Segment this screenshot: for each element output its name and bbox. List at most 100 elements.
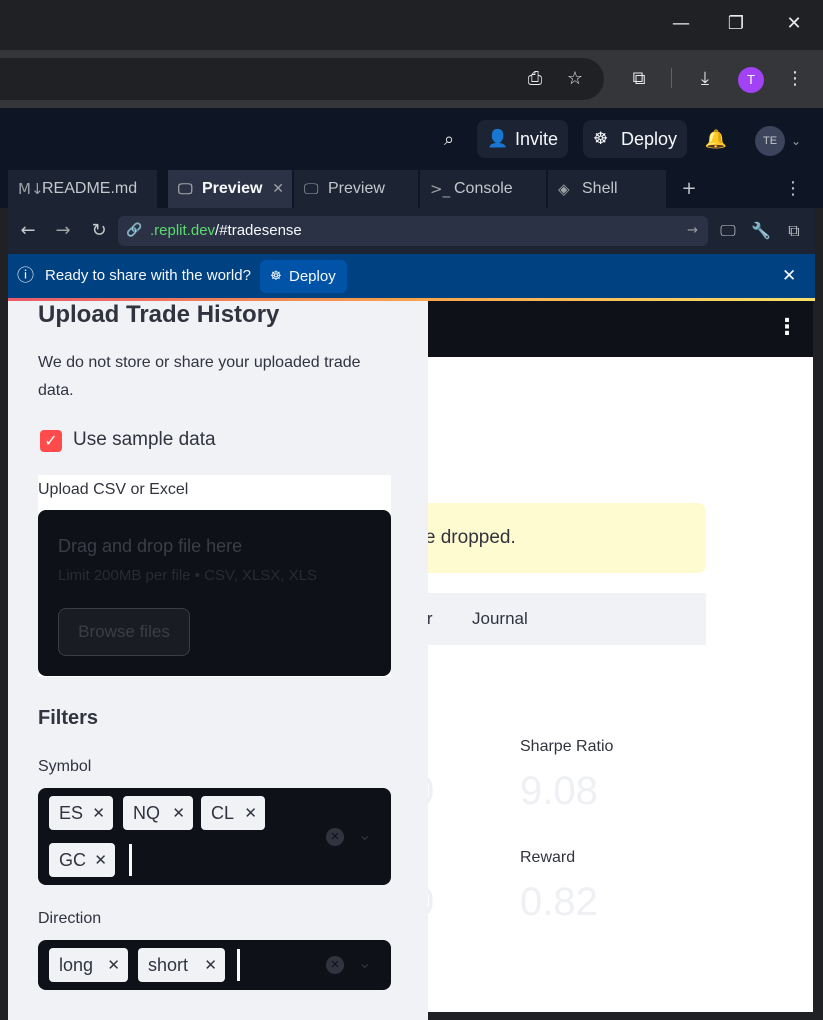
chip-symbol[interactable]: GC ✕: [49, 843, 115, 877]
remove-chip-icon[interactable]: ✕: [172, 796, 185, 830]
tab-preview-active[interactable]: 🖵 Preview ✕: [168, 170, 293, 208]
chip-label: long: [59, 955, 94, 975]
install-app-icon[interactable]: ⎙: [523, 67, 547, 91]
close-tab-icon[interactable]: ✕: [272, 170, 284, 208]
chip-symbol[interactable]: ES ✕: [49, 796, 113, 830]
reload-icon[interactable]: ↻: [87, 219, 111, 243]
upload-label: Upload CSV or Excel: [38, 481, 189, 498]
url-path: /#tradesense: [215, 222, 302, 239]
remove-chip-icon[interactable]: ✕: [244, 796, 257, 830]
user-avatar[interactable]: TE: [755, 126, 785, 156]
metric-reward-value: 0.82: [520, 880, 598, 924]
sample-data-label[interactable]: Use sample data: [73, 429, 216, 451]
dropzone-limit: Limit 200MB per file • CSV, XLSX, XLS: [58, 567, 317, 584]
extensions-icon[interactable]: ⧉: [627, 67, 651, 91]
text-caret: [129, 844, 132, 876]
chip-direction[interactable]: short ✕: [138, 948, 225, 982]
dropzone[interactable]: Drag and drop file here Limit 200MB per …: [38, 510, 391, 676]
devtools-wrench-icon[interactable]: 🔧: [749, 219, 773, 243]
info-icon: ⓘ: [17, 266, 34, 286]
terminal-icon: >_: [430, 180, 451, 198]
bookmark-star-icon[interactable]: ☆: [563, 67, 587, 91]
deploy-label: Deploy: [621, 129, 678, 149]
chip-label: CL: [211, 803, 235, 823]
main-tabs: dar Journal: [408, 593, 706, 645]
browse-files-button[interactable]: Browse files: [58, 608, 190, 656]
banner-deploy-button[interactable]: ☸ Deploy: [260, 260, 347, 293]
profile-avatar[interactable]: T: [738, 67, 764, 93]
browser-titlebar: — ❐ ✕: [0, 0, 823, 50]
filters-heading: Filters: [38, 707, 99, 729]
devices-icon[interactable]: 🖵: [716, 219, 740, 243]
notifications-bell-icon[interactable]: 🔔: [704, 128, 728, 152]
markdown-icon: M↓: [18, 180, 44, 198]
metric-reward-label: Reward: [520, 849, 576, 866]
banner-deploy-label: Deploy: [289, 268, 336, 285]
tab-preview[interactable]: 🖵 Preview: [294, 170, 419, 208]
minimize-icon[interactable]: —: [669, 12, 693, 36]
tab-label: Console: [454, 180, 513, 197]
app-menu-icon[interactable]: ⋮: [776, 315, 798, 340]
metric-sharpe-label: Sharpe Ratio: [520, 738, 614, 755]
url-host: .replit.dev: [150, 222, 216, 239]
chip-label: NQ: [133, 803, 160, 823]
clear-all-icon[interactable]: ✕: [326, 828, 344, 846]
monitor-icon: 🖵: [178, 180, 193, 198]
invite-label: Invite: [515, 129, 559, 149]
close-banner-icon[interactable]: ✕: [782, 254, 796, 298]
chevron-down-icon[interactable]: ⌄: [358, 953, 371, 972]
tab-label: Preview: [328, 180, 385, 197]
remove-chip-icon[interactable]: ✕: [94, 843, 107, 877]
tab-label: Shell: [582, 180, 618, 197]
tab-shell[interactable]: ◈ Shell: [548, 170, 667, 208]
invite-button[interactable]: 👤 Invite: [477, 120, 569, 158]
chip-symbol[interactable]: NQ ✕: [123, 796, 193, 830]
deploy-icon: ☸: [270, 269, 282, 284]
shell-icon: ◈: [558, 180, 570, 198]
sidebar: Upload Trade History We do not store or …: [8, 301, 428, 1020]
chevron-down-icon[interactable]: ⌄: [358, 825, 371, 844]
tabs-menu-icon[interactable]: ⋮: [781, 177, 805, 201]
tab-label: README.md: [42, 180, 138, 197]
add-user-icon: 👤: [487, 129, 509, 149]
dropzone-title: Drag and drop file here: [58, 536, 243, 556]
direction-multiselect[interactable]: long ✕ short ✕ ✕ ⌄: [38, 940, 391, 990]
remove-chip-icon[interactable]: ✕: [92, 796, 105, 830]
pane-tab-strip: M↓ README.md 🖵 Preview ✕ 🖵 Preview >_ Co…: [0, 170, 823, 208]
tab-console[interactable]: >_ Console: [420, 170, 547, 208]
open-new-window-icon[interactable]: ⧉: [782, 219, 806, 243]
sample-data-checkbox[interactable]: ✓: [40, 430, 62, 452]
forward-arrow-icon[interactable]: →: [51, 219, 75, 243]
webview-toolbar: ← → ↻ 🔗 .replit.dev/#tradesense → 🖵 🔧 ⧉: [8, 208, 815, 254]
webview-url-field[interactable]: 🔗 .replit.dev/#tradesense →: [118, 216, 708, 246]
text-caret: [237, 949, 240, 981]
chevron-down-icon[interactable]: ⌄: [784, 129, 808, 153]
tab-journal[interactable]: Journal: [472, 593, 528, 645]
privacy-note: We do not store or share your uploaded t…: [38, 354, 361, 399]
toolbar-divider: [671, 68, 672, 88]
direction-label: Direction: [38, 910, 102, 927]
browser-menu-icon[interactable]: ⋮: [783, 67, 807, 91]
banner-text: Ready to share with the world?: [45, 267, 251, 284]
restore-icon[interactable]: ❐: [724, 12, 748, 36]
chip-label: GC: [59, 850, 86, 870]
chip-symbol[interactable]: CL ✕: [201, 796, 265, 830]
remove-chip-icon[interactable]: ✕: [204, 948, 217, 982]
chip-label: short: [148, 955, 189, 975]
remove-chip-icon[interactable]: ✕: [107, 948, 120, 982]
deploy-button[interactable]: ☸ Deploy: [583, 120, 688, 158]
clear-all-icon[interactable]: ✕: [326, 956, 344, 974]
tab-readme[interactable]: M↓ README.md: [8, 170, 158, 208]
symbol-multiselect[interactable]: ES ✕ NQ ✕ CL ✕ GC ✕ ✕ ⌄: [38, 788, 391, 885]
search-icon[interactable]: ⌕: [437, 128, 461, 152]
browser-omnibox[interactable]: [0, 58, 604, 100]
new-tab-plus-icon[interactable]: +: [677, 177, 701, 201]
metric-sharpe-value: 9.08: [520, 769, 598, 813]
chip-direction[interactable]: long ✕: [49, 948, 128, 982]
go-arrow-icon[interactable]: →: [687, 216, 698, 246]
deploy-banner: ⓘ Ready to share with the world? ☸ Deplo…: [8, 254, 815, 298]
download-icon[interactable]: ⤓: [693, 67, 717, 91]
close-window-icon[interactable]: ✕: [782, 12, 806, 36]
file-uploader: Upload CSV or Excel Drag and drop file h…: [38, 475, 391, 677]
back-arrow-icon[interactable]: ←: [16, 219, 40, 243]
